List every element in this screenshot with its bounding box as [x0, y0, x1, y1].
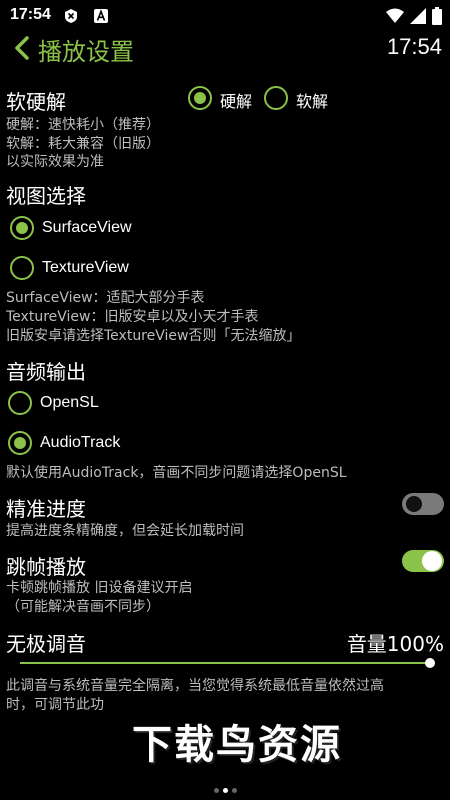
frame-skip-toggle[interactable] — [402, 550, 444, 572]
radio-software-decode[interactable] — [264, 86, 288, 110]
volume-slider-thumb[interactable] — [425, 658, 435, 668]
watermark-text: 下载鸟资源 — [132, 722, 342, 768]
view-desc-line-2: TextureView：旧版安卓以及小天才手表 — [6, 309, 259, 325]
page-dot-active — [223, 788, 228, 793]
audio-section-title: 音频输出 — [6, 360, 86, 384]
page-dot — [232, 788, 237, 793]
status-time: 17:54 — [10, 6, 51, 23]
precise-seek-toggle[interactable] — [402, 493, 444, 515]
volume-section-title: 无极调音 — [6, 632, 86, 656]
decode-desc-line-1: 硬解：速快耗小（推荐） — [6, 117, 160, 133]
signal-icon — [410, 8, 426, 24]
radio-textureview[interactable] — [10, 256, 34, 280]
app-header: 播放设置 17:54 — [0, 30, 450, 66]
status-bar: 17:54 — [0, 0, 450, 32]
back-chevron-icon[interactable] — [12, 36, 32, 60]
radio-audiotrack[interactable] — [8, 431, 32, 455]
frame-skip-desc-line-1: 卡顿跳帧播放 旧设备建议开启 — [6, 580, 193, 596]
battery-icon — [432, 7, 442, 25]
page-dot — [214, 788, 219, 793]
decode-desc-line-3: 以实际效果为准 — [6, 154, 104, 170]
radio-label-surfaceview: SurfaceView — [42, 219, 132, 236]
notification-x-icon — [65, 9, 77, 23]
frame-skip-desc-line-2: （可能解决音画不同步） — [6, 599, 160, 615]
radio-opensl[interactable] — [8, 391, 32, 415]
volume-desc-line-2: 时，可调节此功 — [6, 697, 104, 713]
radio-label-hardware-decode: 硬解 — [220, 94, 253, 111]
precise-seek-desc: 提高进度条精确度，但会延长加载时间 — [6, 523, 244, 539]
precise-seek-title: 精准进度 — [6, 497, 86, 521]
radio-surfaceview[interactable] — [10, 216, 34, 240]
decode-desc-line-2: 软解：耗大兼容（旧版） — [6, 136, 160, 152]
toggle-knob — [406, 496, 422, 512]
a-notification-icon — [94, 9, 108, 23]
page-title: 播放设置 — [38, 38, 134, 66]
radio-label-opensl: OpenSL — [40, 394, 99, 411]
view-desc-line-3: 旧版安卓请选择TextureView否则「无法缩放」 — [6, 328, 301, 344]
radio-label-audiotrack: AudioTrack — [40, 434, 121, 451]
page-indicator — [214, 786, 238, 794]
volume-desc-line-1: 此调音与系统音量完全隔离，当您觉得系统最低音量依然过高 — [6, 678, 384, 694]
header-clock: 17:54 — [386, 34, 442, 59]
volume-value-label: 音量100% — [346, 632, 444, 656]
frame-skip-title: 跳帧播放 — [6, 555, 86, 579]
radio-label-textureview: TextureView — [42, 259, 129, 276]
wifi-icon — [386, 8, 404, 23]
status-right-icons — [386, 7, 442, 25]
view-section-title: 视图选择 — [6, 184, 86, 208]
audio-desc: 默认使用AudioTrack，音画不同步问题请选择OpenSL — [6, 465, 347, 481]
toggle-knob — [422, 551, 442, 571]
volume-slider-track[interactable] — [20, 662, 430, 664]
view-desc-line-1: SurfaceView：适配大部分手表 — [6, 290, 205, 306]
radio-label-software-decode: 软解 — [296, 94, 329, 111]
decode-section-title: 软硬解 — [6, 90, 66, 114]
radio-hardware-decode[interactable] — [188, 86, 212, 110]
